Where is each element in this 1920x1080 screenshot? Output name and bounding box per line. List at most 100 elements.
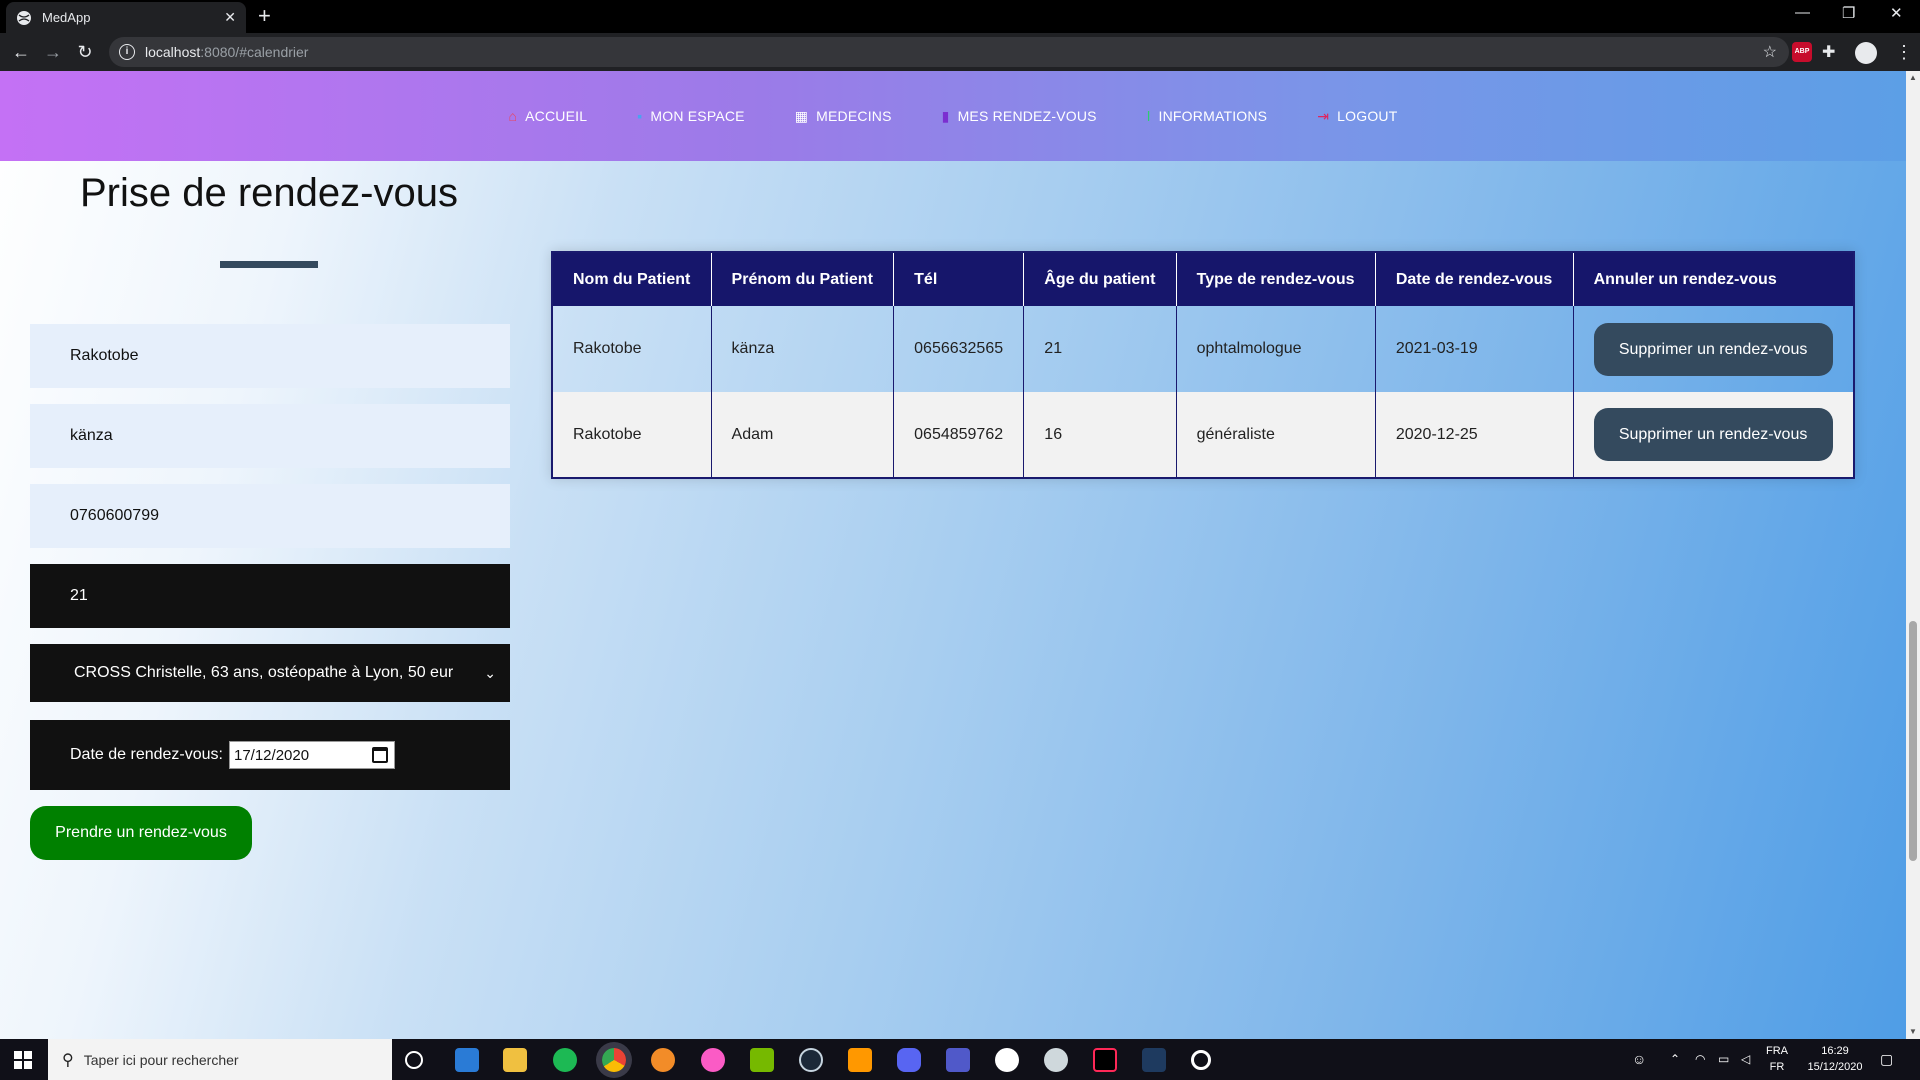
extensions-icon[interactable]: ✚ bbox=[1822, 42, 1835, 62]
cortana-icon[interactable] bbox=[405, 1051, 423, 1069]
nav-label: MON ESPACE bbox=[650, 108, 745, 124]
spotify-icon[interactable] bbox=[553, 1048, 577, 1072]
mail-icon[interactable] bbox=[455, 1048, 479, 1072]
windows-start-icon[interactable] bbox=[14, 1051, 32, 1069]
browser-tab[interactable]: MedApp ✕ bbox=[6, 2, 246, 33]
tray-chevron-icon[interactable]: ⌃ bbox=[1670, 1051, 1680, 1067]
back-icon[interactable]: ← bbox=[10, 41, 32, 63]
notifications-icon[interactable]: ▢ bbox=[1880, 1051, 1893, 1067]
bookmark-star-icon[interactable]: ☆ bbox=[1763, 42, 1777, 62]
fl-studio-icon[interactable] bbox=[651, 1048, 675, 1072]
itunes-icon[interactable] bbox=[701, 1048, 725, 1072]
logout-icon: ⇥ bbox=[1317, 107, 1330, 124]
prenom-input[interactable]: känza bbox=[30, 404, 510, 468]
nav-logout[interactable]: ⇥ LOGOUT bbox=[1317, 108, 1397, 125]
clock[interactable]: 16:29 15/12/2020 bbox=[1800, 1043, 1870, 1075]
language-indicator[interactable]: FRA FR bbox=[1766, 1043, 1788, 1075]
cell-tel: 0656632565 bbox=[893, 306, 1025, 392]
close-tab-icon[interactable]: ✕ bbox=[224, 9, 236, 26]
cell-prenom: Adam bbox=[711, 392, 895, 478]
nvidia-icon[interactable] bbox=[750, 1048, 774, 1072]
scroll-up-icon[interactable]: ▲ bbox=[1909, 73, 1917, 82]
calendar-picker-icon[interactable] bbox=[371, 747, 388, 763]
supprimer-rendez-vous-button[interactable]: Supprimer un rendez-vous bbox=[1593, 322, 1833, 376]
wifi-icon[interactable]: ◠ bbox=[1695, 1051, 1705, 1067]
info-icon[interactable]: i bbox=[119, 44, 135, 60]
people-icon[interactable]: ☺ bbox=[1632, 1051, 1646, 1067]
browser-tab-strip: MedApp ✕ + — ❐ ✕ bbox=[0, 0, 1920, 33]
restore-icon[interactable]: ❐ bbox=[1842, 4, 1855, 22]
col-header: Tél bbox=[893, 252, 1025, 306]
cell-age: 21 bbox=[1023, 306, 1177, 392]
url-field[interactable]: i localhost:8080/#calendrier ☆ bbox=[109, 37, 1789, 67]
forward-icon[interactable]: → bbox=[42, 41, 64, 63]
mysql-workbench-icon[interactable] bbox=[1142, 1048, 1166, 1072]
clock-time: 16:29 bbox=[1821, 1045, 1849, 1057]
tel-input[interactable]: 0760600799 bbox=[30, 484, 510, 548]
title-underline bbox=[220, 261, 318, 268]
intellij-icon[interactable] bbox=[1093, 1048, 1117, 1072]
nav-label: LOGOUT bbox=[1337, 108, 1398, 124]
new-tab-icon[interactable]: + bbox=[258, 4, 271, 28]
shield-icon[interactable] bbox=[1044, 1048, 1068, 1072]
nom-input[interactable]: Rakotobe bbox=[30, 324, 510, 388]
menu-kebab-icon[interactable]: ⋮ bbox=[1895, 42, 1913, 62]
steam-icon[interactable] bbox=[799, 1048, 823, 1072]
home-icon: ⌂ bbox=[508, 108, 518, 124]
page-viewport: ⌂ ACCUEIL ▪ MON ESPACE ▦ MEDECINS ▮ MES REND… bbox=[0, 71, 1906, 1039]
nav-mon-espace[interactable]: ▪ MON ESPACE bbox=[637, 108, 744, 124]
adblock-icon[interactable]: ABP bbox=[1792, 42, 1812, 62]
lang-bottom: FR bbox=[1769, 1061, 1785, 1073]
cell-type: généraliste bbox=[1176, 392, 1376, 478]
profile-avatar-icon[interactable] bbox=[1855, 42, 1877, 64]
minimize-icon[interactable]: — bbox=[1795, 4, 1810, 21]
prendre-rendez-vous-button[interactable]: Prendre un rendez-vous bbox=[30, 806, 252, 860]
lang-top: FRA bbox=[1766, 1045, 1788, 1057]
file-explorer-icon[interactable] bbox=[503, 1048, 527, 1072]
nav-label: ACCUEIL bbox=[525, 108, 588, 124]
teams-icon[interactable] bbox=[946, 1048, 970, 1072]
close-window-icon[interactable]: ✕ bbox=[1890, 4, 1903, 22]
cell-nom: Rakotobe bbox=[552, 392, 712, 478]
obs-icon[interactable] bbox=[995, 1048, 1019, 1072]
date-input[interactable]: 17/12/2020 bbox=[228, 741, 395, 769]
scrollbar-thumb[interactable] bbox=[1909, 621, 1917, 861]
table-header-row: Nom du Patient Prénom du Patient Tél Âge… bbox=[552, 252, 1854, 306]
clock-date: 15/12/2020 bbox=[1807, 1061, 1863, 1073]
battery-icon[interactable]: ▭ bbox=[1718, 1051, 1729, 1067]
cell-prenom: känza bbox=[711, 306, 895, 392]
col-header: Âge du patient bbox=[1023, 252, 1177, 306]
windows-taskbar: ⚲ Taper ici pour rechercher ☺ ⌃ ◠ ▭ ◁ FR… bbox=[0, 1039, 1920, 1080]
appointments-table: Nom du Patient Prénom du Patient Tél Âge… bbox=[551, 251, 1855, 479]
url-host: localhost bbox=[145, 44, 201, 60]
cell-type: ophtalmologue bbox=[1176, 306, 1376, 392]
nav-medecins[interactable]: ▦ MEDECINS bbox=[795, 108, 892, 125]
app-g-icon[interactable] bbox=[1191, 1050, 1211, 1070]
discord-icon[interactable] bbox=[897, 1048, 921, 1072]
taskbar-search[interactable]: ⚲ Taper ici pour rechercher bbox=[48, 1039, 392, 1080]
date-label: Date de rendez-vous: bbox=[70, 746, 223, 763]
nav-accueil[interactable]: ⌂ ACCUEIL bbox=[508, 108, 587, 124]
cell-age: 16 bbox=[1023, 392, 1177, 478]
nav-mes-rendez-vous[interactable]: ▮ MES RENDEZ-VOUS bbox=[942, 108, 1097, 125]
chrome-icon[interactable] bbox=[602, 1048, 626, 1072]
page-scrollbar[interactable]: ▲ ▼ bbox=[1906, 71, 1920, 1039]
sublime-text-icon[interactable] bbox=[848, 1048, 872, 1072]
col-header: Annuler un rendez-vous bbox=[1573, 252, 1854, 306]
cell-action: Supprimer un rendez-vous bbox=[1573, 392, 1854, 478]
medecin-select-value: CROSS Christelle, 63 ans, ostéopathe à L… bbox=[74, 664, 454, 681]
supprimer-rendez-vous-button[interactable]: Supprimer un rendez-vous bbox=[1593, 408, 1833, 461]
reload-icon[interactable]: ↻ bbox=[74, 41, 96, 63]
nav-informations[interactable]: ǀ INFORMATIONS bbox=[1147, 108, 1268, 124]
date-field: Date de rendez-vous: 17/12/2020 bbox=[30, 720, 510, 790]
volume-icon[interactable]: ◁ bbox=[1741, 1051, 1750, 1067]
top-navbar: ⌂ ACCUEIL ▪ MON ESPACE ▦ MEDECINS ▮ MES REND… bbox=[0, 71, 1906, 161]
cell-action: Supprimer un rendez-vous bbox=[1573, 306, 1854, 392]
medecin-select[interactable]: CROSS Christelle, 63 ans, ostéopathe à L… bbox=[30, 644, 510, 702]
col-header: Nom du Patient bbox=[552, 252, 712, 306]
age-input[interactable]: 21 bbox=[30, 564, 510, 628]
table-row: Rakotobe känza 0656632565 21 ophtalmolog… bbox=[552, 306, 1854, 392]
url-path: :8080/#calendrier bbox=[200, 44, 309, 60]
nav-label: MEDECINS bbox=[816, 108, 892, 124]
scroll-down-icon[interactable]: ▼ bbox=[1909, 1027, 1917, 1036]
